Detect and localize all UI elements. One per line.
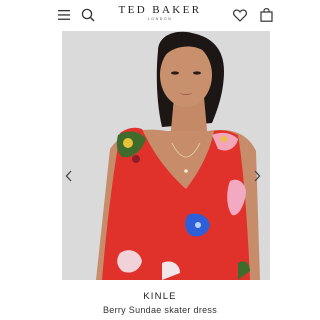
product-image-gallery[interactable] [62,31,270,280]
bag-icon[interactable] [256,5,276,25]
chevron-left-icon[interactable] [65,170,79,184]
product-title[interactable]: KINLE [0,291,320,302]
site-header: TED BAKER LONDON [0,0,320,30]
product-photo [62,31,270,280]
heart-icon[interactable] [230,5,250,25]
chevron-right-icon[interactable] [253,170,267,184]
product-subtitle: Berry Sundae skater dress [102,305,218,315]
